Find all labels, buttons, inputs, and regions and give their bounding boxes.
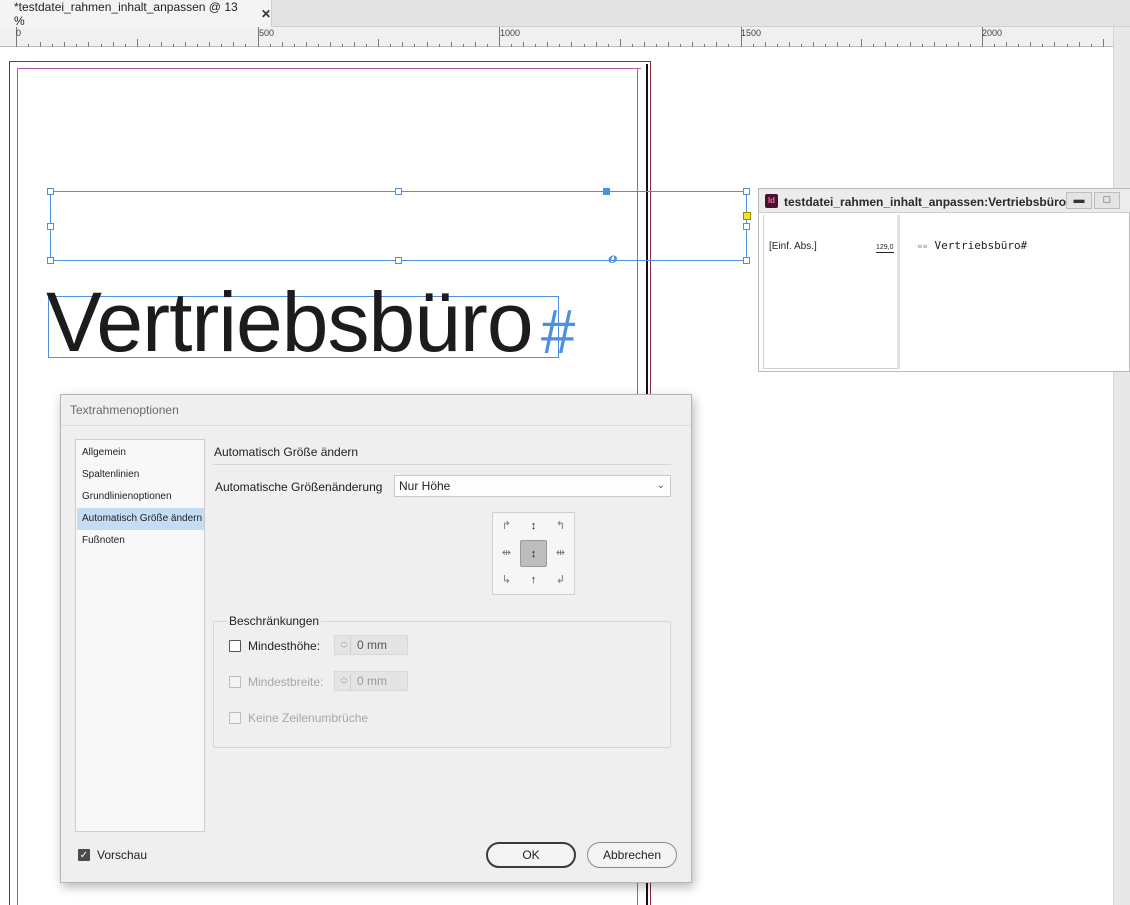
- min-height-value: 0 mm: [357, 638, 387, 652]
- autoresize-select[interactable]: Nur Höhe ⌄: [394, 475, 671, 497]
- title-divider: [61, 425, 691, 426]
- minimize-button[interactable]: ▬: [1066, 192, 1092, 209]
- document-tab-title: *testdatei_rahmen_inhalt_anpassen @ 13 %: [14, 0, 238, 28]
- end-of-story-mark: #: [540, 298, 575, 367]
- ruler-label: 500: [259, 28, 275, 38]
- nav-item-fussnoten[interactable]: Fußnoten: [77, 530, 204, 552]
- resize-handle[interactable]: [743, 257, 750, 264]
- reference-point-grid[interactable]: ↱ ↕ ↰ ⇹ ↕ ⇹ ↳ ↑ ↲: [492, 512, 575, 595]
- story-editor-info-column: [Einf. Abs.] 129,0: [763, 215, 900, 369]
- autoresize-value: Nur Höhe: [399, 479, 451, 493]
- page-bleed-left: [9, 61, 10, 905]
- ref-point-top-right-icon[interactable]: ↰: [547, 513, 574, 540]
- close-icon[interactable]: ✕: [261, 7, 271, 21]
- ref-point-top-center-icon[interactable]: ↕: [520, 513, 547, 540]
- spin-arrows-icon[interactable]: ︿ ﹀: [338, 674, 351, 690]
- resize-handle[interactable]: [47, 223, 54, 230]
- min-height-checkbox[interactable]: [229, 640, 241, 652]
- paragraph-marker: »»: [917, 242, 928, 252]
- vertical-scrollbar[interactable]: [1113, 27, 1130, 905]
- ruler-label: 1500: [741, 28, 762, 38]
- story-editor-title: testdatei_rahmen_inhalt_anpassen:Vertrie…: [784, 195, 1067, 209]
- ruler-label: 2000: [982, 28, 1003, 38]
- ref-point-bottom-right-icon[interactable]: ↲: [547, 567, 574, 594]
- anchored-object-marker: o: [608, 251, 618, 267]
- text-frame-options-dialog[interactable]: Textrahmenoptionen Allgemein Spaltenlini…: [60, 394, 692, 883]
- ref-point-middle-right-icon[interactable]: ⇹: [547, 540, 574, 567]
- min-height-field[interactable]: ︿ ﹀ 0 mm: [334, 635, 408, 655]
- autoresize-label: Automatische Größenänderung: [215, 480, 383, 494]
- nav-item-spaltenlinien[interactable]: Spaltenlinien: [77, 464, 204, 486]
- nav-item-allgemein[interactable]: Allgemein: [77, 442, 204, 464]
- cancel-button[interactable]: Abbrechen: [587, 842, 677, 868]
- horizontal-ruler[interactable]: 0 500 1000 1500 2000: [0, 27, 1113, 47]
- ruler-ticks: [16, 27, 1104, 47]
- headline-text: Vertriebsbüro: [46, 275, 534, 369]
- section-title: Automatisch Größe ändern: [214, 445, 359, 459]
- ruler-label: 0: [16, 28, 22, 38]
- resize-handle[interactable]: [395, 257, 402, 264]
- ref-point-top-left-icon[interactable]: ↱: [493, 513, 520, 540]
- page-bleed-top: [9, 61, 650, 62]
- paragraph-style-label: [Einf. Abs.]: [769, 241, 817, 252]
- preview-label: Vorschau: [97, 848, 148, 862]
- selected-text-frame[interactable]: [50, 191, 747, 261]
- constraints-title: Beschränkungen: [227, 614, 322, 628]
- margin-guide-left: [17, 68, 18, 905]
- resize-handle[interactable]: [47, 188, 54, 195]
- overflow-port[interactable]: [743, 212, 751, 220]
- ref-point-bottom-left-icon[interactable]: ↳: [493, 567, 520, 594]
- story-editor-window[interactable]: Id testdatei_rahmen_inhalt_anpassen:Vert…: [758, 188, 1130, 372]
- spin-arrows-icon[interactable]: ︿ ﹀: [338, 638, 351, 654]
- resize-handle[interactable]: [47, 257, 54, 264]
- min-width-label: Mindestbreite:: [248, 675, 324, 689]
- nav-item-grundlinienoptionen[interactable]: Grundlinienoptionen: [77, 486, 204, 508]
- min-width-field[interactable]: ︿ ﹀ 0 mm: [334, 671, 408, 691]
- maximize-button[interactable]: □: [1094, 192, 1120, 209]
- story-text-content: Vertriebsbüro#: [934, 239, 1028, 252]
- resize-handle[interactable]: [743, 188, 750, 195]
- nav-item-auto-size[interactable]: Automatisch Größe ändern: [77, 508, 204, 530]
- resize-handle[interactable]: [395, 188, 402, 195]
- document-tab[interactable]: *testdatei_rahmen_inhalt_anpassen @ 13 %…: [0, 0, 272, 28]
- min-width-value: 0 mm: [357, 674, 387, 688]
- story-text[interactable]: »» Vertriebsbüro#: [917, 239, 1027, 252]
- depth-ruler-value: 129,0: [876, 244, 894, 253]
- section-divider: [213, 464, 671, 465]
- ref-point-bottom-center-icon[interactable]: ↑: [520, 567, 547, 594]
- ruler-label: 1000: [500, 28, 521, 38]
- chevron-down-icon: ⌄: [656, 480, 665, 491]
- min-height-label: Mindesthöhe:: [248, 639, 321, 653]
- min-width-checkbox[interactable]: [229, 676, 241, 688]
- tab-bar: *testdatei_rahmen_inhalt_anpassen @ 13 %…: [0, 0, 1130, 28]
- story-editor-titlebar[interactable]: Id testdatei_rahmen_inhalt_anpassen:Vert…: [759, 189, 1130, 213]
- no-line-breaks-checkbox[interactable]: [229, 712, 241, 724]
- dialog-title: Textrahmenoptionen: [70, 403, 179, 417]
- ok-button[interactable]: OK: [486, 842, 576, 868]
- ref-point-center-icon[interactable]: ↕: [520, 540, 547, 567]
- indesign-app-icon: Id: [765, 194, 778, 208]
- margin-guide-top: [17, 68, 641, 69]
- ref-point-middle-left-icon[interactable]: ⇹: [493, 540, 520, 567]
- check-icon[interactable]: ✓: [78, 849, 90, 861]
- no-line-breaks-label: Keine Zeilenumbrüche: [248, 711, 369, 725]
- resize-handle[interactable]: [743, 223, 750, 230]
- anchor-handle[interactable]: [603, 188, 610, 195]
- options-nav: Allgemein Spaltenlinien Grundlinienoptio…: [75, 439, 205, 832]
